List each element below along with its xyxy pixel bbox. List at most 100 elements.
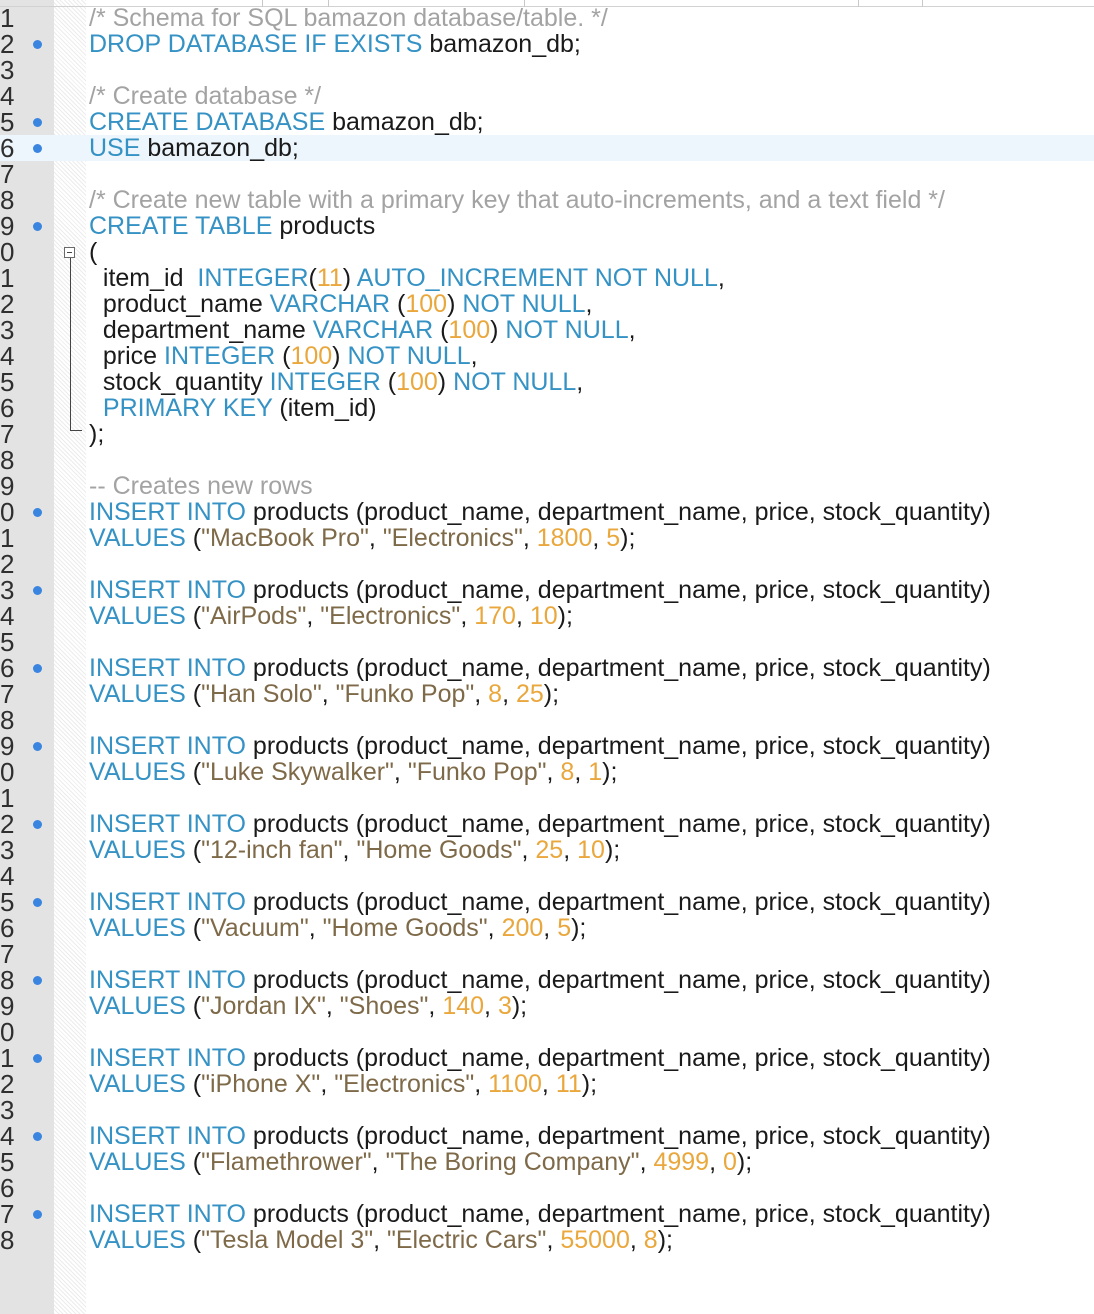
- code-text[interactable]: INSERT INTO products (product_name, depa…: [89, 733, 991, 759]
- code-line[interactable]: 5 INSERT INTO products (product_name, dep…: [0, 889, 1094, 915]
- code-text[interactable]: INSERT INTO products (product_name, depa…: [89, 577, 991, 603]
- breakpoint-dot-icon[interactable]: [33, 586, 42, 595]
- code-line[interactable]: 6 INSERT INTO products (product_name, dep…: [0, 655, 1094, 681]
- breakpoint-dot-icon[interactable]: [33, 820, 42, 829]
- code-text[interactable]: /* Create new table with a primary key t…: [89, 187, 945, 213]
- breakpoint-dot-icon[interactable]: [33, 742, 42, 751]
- code-text[interactable]: VALUES ("Tesla Model 3", "Electric Cars"…: [89, 1227, 673, 1253]
- breakpoint-dot-icon[interactable]: [33, 508, 42, 517]
- code-text[interactable]: stock_quantity INTEGER (100) NOT NULL,: [89, 369, 583, 395]
- code-text[interactable]: VALUES ("Luke Skywalker", "Funko Pop", 8…: [89, 759, 617, 785]
- breakpoint-dot-icon[interactable]: [33, 898, 42, 907]
- code-text[interactable]: (: [89, 239, 97, 265]
- code-text[interactable]: INSERT INTO products (product_name, depa…: [89, 1045, 991, 1071]
- code-line[interactable]: 8 /* Create new table with a primary key …: [0, 187, 1094, 213]
- code-line[interactable]: 3 department_name VARCHAR (100) NOT NULL…: [0, 317, 1094, 343]
- code-text[interactable]: VALUES ("AirPods", "Electronics", 170, 1…: [89, 603, 573, 629]
- code-text[interactable]: VALUES ("12-inch fan", "Home Goods", 25,…: [89, 837, 620, 863]
- code-line[interactable]: 6: [0, 1175, 1094, 1201]
- code-text[interactable]: /* Create database */: [89, 83, 321, 109]
- code-line[interactable]: 1 INSERT INTO products (product_name, dep…: [0, 1045, 1094, 1071]
- code-text[interactable]: price INTEGER (100) NOT NULL,: [89, 343, 478, 369]
- breakpoint-dot-icon[interactable]: [33, 1132, 42, 1141]
- code-text[interactable]: INSERT INTO products (product_name, depa…: [89, 811, 991, 837]
- code-line[interactable]: 8: [0, 707, 1094, 733]
- code-line[interactable]: 7);: [0, 421, 1094, 447]
- code-line[interactable]: 0: [0, 1019, 1094, 1045]
- code-line[interactable]: 0(: [0, 239, 1094, 265]
- code-text[interactable]: VALUES ("Flamethrower", "The Boring Comp…: [89, 1149, 752, 1175]
- code-text[interactable]: INSERT INTO products (product_name, depa…: [89, 1123, 991, 1149]
- code-line[interactable]: 9 -- Creates new rows: [0, 473, 1094, 499]
- breakpoint-dot-icon[interactable]: [33, 1054, 42, 1063]
- code-text[interactable]: department_name VARCHAR (100) NOT NULL,: [89, 317, 636, 343]
- code-line[interactable]: 1 /* Schema for SQL bamazon database/tabl…: [0, 5, 1094, 31]
- code-line[interactable]: 7 VALUES ("Han Solo", "Funko Pop", 8, 25)…: [0, 681, 1094, 707]
- code-text[interactable]: VALUES ("iPhone X", "Electronics", 1100,…: [89, 1071, 597, 1097]
- code-text[interactable]: CREATE TABLE products: [89, 213, 375, 239]
- code-text[interactable]: VALUES ("MacBook Pro", "Electronics", 18…: [89, 525, 635, 551]
- code-text[interactable]: INSERT INTO products (product_name, depa…: [89, 1201, 991, 1227]
- code-text[interactable]: INSERT INTO products (product_name, depa…: [89, 655, 991, 681]
- code-text[interactable]: VALUES ("Han Solo", "Funko Pop", 8, 25);: [89, 681, 559, 707]
- code-line[interactable]: 4 VALUES ("AirPods", "Electronics", 170, …: [0, 603, 1094, 629]
- code-line[interactable]: 1 VALUES ("MacBook Pro", "Electronics", 1…: [0, 525, 1094, 551]
- code-text[interactable]: VALUES ("Jordan IX", "Shoes", 140, 3);: [89, 993, 527, 1019]
- code-editor[interactable]: 1 /* Schema for SQL bamazon database/tabl…: [0, 5, 1094, 1253]
- code-line[interactable]: 1 item_id INTEGER(11) AUTO_INCREMENT NOT…: [0, 265, 1094, 291]
- code-line[interactable]: 5 VALUES ("Flamethrower", "The Boring Com…: [0, 1149, 1094, 1175]
- code-text[interactable]: PRIMARY KEY (item_id): [89, 395, 377, 421]
- breakpoint-dot-icon[interactable]: [33, 664, 42, 673]
- code-line[interactable]: 8: [0, 447, 1094, 473]
- code-text[interactable]: INSERT INTO products (product_name, depa…: [89, 499, 991, 525]
- code-line[interactable]: 9 CREATE TABLE products: [0, 213, 1094, 239]
- code-line[interactable]: 7: [0, 941, 1094, 967]
- code-line[interactable]: 1: [0, 785, 1094, 811]
- code-line[interactable]: 8 INSERT INTO products (product_name, dep…: [0, 967, 1094, 993]
- code-line[interactable]: 2 VALUES ("iPhone X", "Electronics", 1100…: [0, 1071, 1094, 1097]
- code-line[interactable]: 2 DROP DATABASE IF EXISTS bamazon_db;: [0, 31, 1094, 57]
- breakpoint-dot-icon[interactable]: [33, 976, 42, 985]
- code-text[interactable]: INSERT INTO products (product_name, depa…: [89, 889, 991, 915]
- code-line[interactable]: 7 INSERT INTO products (product_name, dep…: [0, 1201, 1094, 1227]
- code-line[interactable]: 0 INSERT INTO products (product_name, dep…: [0, 499, 1094, 525]
- code-line[interactable]: 9 INSERT INTO products (product_name, dep…: [0, 733, 1094, 759]
- code-line[interactable]: 9 VALUES ("Jordan IX", "Shoes", 140, 3);: [0, 993, 1094, 1019]
- code-text[interactable]: -- Creates new rows: [89, 473, 313, 499]
- code-line[interactable]: 4: [0, 863, 1094, 889]
- breakpoint-dot-icon[interactable]: [33, 118, 42, 127]
- code-text[interactable]: USE bamazon_db;: [89, 135, 299, 161]
- code-line[interactable]: 5: [0, 629, 1094, 655]
- code-line[interactable]: 5 CREATE DATABASE bamazon_db;: [0, 109, 1094, 135]
- code-line[interactable]: 3 VALUES ("12-inch fan", "Home Goods", 25…: [0, 837, 1094, 863]
- code-line[interactable]: 4 price INTEGER (100) NOT NULL,: [0, 343, 1094, 369]
- code-line[interactable]: 3 INSERT INTO products (product_name, dep…: [0, 577, 1094, 603]
- code-text[interactable]: CREATE DATABASE bamazon_db;: [89, 109, 484, 135]
- code-text[interactable]: );: [89, 421, 104, 447]
- breakpoint-dot-icon[interactable]: [33, 1210, 42, 1219]
- code-text[interactable]: /* Schema for SQL bamazon database/table…: [89, 5, 608, 31]
- code-text[interactable]: product_name VARCHAR (100) NOT NULL,: [89, 291, 593, 317]
- code-line[interactable]: 7: [0, 161, 1094, 187]
- fold-toggle-icon[interactable]: [64, 247, 75, 258]
- code-line[interactable]: 3: [0, 57, 1094, 83]
- code-line[interactable]: 6 PRIMARY KEY (item_id): [0, 395, 1094, 421]
- code-text[interactable]: DROP DATABASE IF EXISTS bamazon_db;: [89, 31, 581, 57]
- code-line[interactable]: 8 VALUES ("Tesla Model 3", "Electric Cars…: [0, 1227, 1094, 1253]
- code-line[interactable]: 3: [0, 1097, 1094, 1123]
- code-line[interactable]: 0 VALUES ("Luke Skywalker", "Funko Pop", …: [0, 759, 1094, 785]
- code-line[interactable]: 6 VALUES ("Vacuum", "Home Goods", 200, 5)…: [0, 915, 1094, 941]
- code-line[interactable]: 2 INSERT INTO products (product_name, dep…: [0, 811, 1094, 837]
- code-line[interactable]: 2 product_name VARCHAR (100) NOT NULL,: [0, 291, 1094, 317]
- breakpoint-dot-icon[interactable]: [33, 40, 42, 49]
- code-text[interactable]: VALUES ("Vacuum", "Home Goods", 200, 5);: [89, 915, 586, 941]
- code-text[interactable]: item_id INTEGER(11) AUTO_INCREMENT NOT N…: [89, 265, 725, 291]
- breakpoint-dot-icon[interactable]: [33, 222, 42, 231]
- code-line[interactable]: 5 stock_quantity INTEGER (100) NOT NULL,: [0, 369, 1094, 395]
- code-line[interactable]: 6 USE bamazon_db;: [0, 135, 1094, 161]
- code-line[interactable]: 2: [0, 551, 1094, 577]
- code-line[interactable]: 4 INSERT INTO products (product_name, dep…: [0, 1123, 1094, 1149]
- code-text[interactable]: INSERT INTO products (product_name, depa…: [89, 967, 991, 993]
- code-line[interactable]: 4 /* Create database */: [0, 83, 1094, 109]
- breakpoint-dot-icon[interactable]: [33, 144, 42, 153]
